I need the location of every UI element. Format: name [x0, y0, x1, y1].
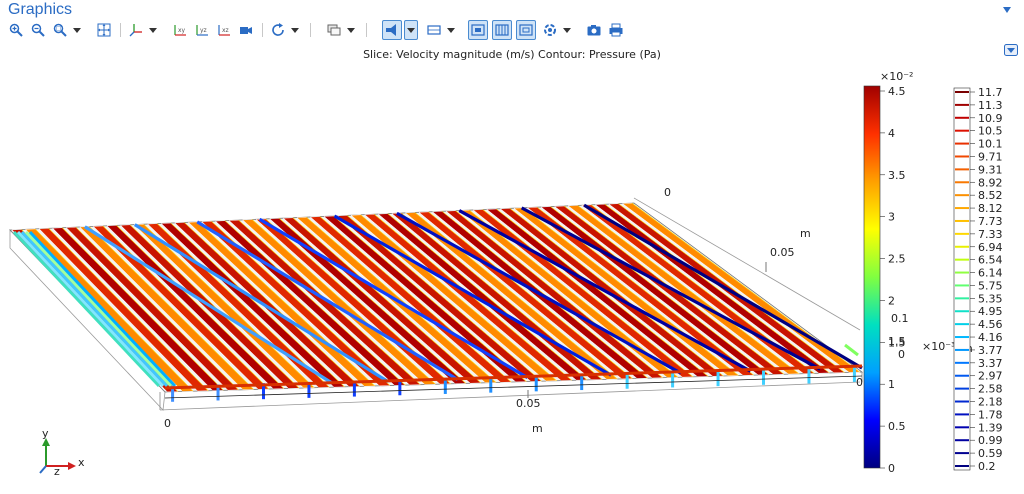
contour-legend-label: 1.39 [978, 421, 1003, 434]
slice-colorbar-gradient [863, 85, 881, 469]
contour-legend-label: 8.92 [978, 176, 1003, 189]
contour-legend-label: 2.58 [978, 383, 1003, 396]
contour-legend-label: 7.33 [978, 228, 1003, 241]
triad-x-label: x [78, 456, 85, 469]
slice-colorbar-tick-label: 4 [888, 127, 895, 140]
contour-legend-label: 1.78 [978, 408, 1003, 421]
contour-legend-label: 7.73 [978, 215, 1003, 228]
contour-legend-label: 11.7 [978, 86, 1003, 99]
contour-legend-label: 10.9 [978, 112, 1003, 125]
x-axis-unit: m [532, 422, 543, 435]
contour-legend-label: 3.37 [978, 357, 1003, 370]
triad-y-label: y [42, 427, 49, 440]
contour-legend-label: 8.52 [978, 189, 1003, 202]
slice-colorbar-scale: ×10⁻² [880, 70, 913, 83]
y-tick-label-0: 0 [664, 186, 671, 199]
contour-legend-label: 6.54 [978, 254, 1003, 267]
contour-legend-label: 4.56 [978, 318, 1003, 331]
triad-x-arrow [68, 462, 76, 470]
triad-z-line [39, 465, 47, 474]
contour-legend-label: 4.16 [978, 331, 1003, 344]
slice-colorbar-tick-label: 2.5 [888, 253, 906, 266]
slice-colorbar-tick-label: 0.5 [888, 420, 906, 433]
axis-triad: y x z [39, 427, 85, 478]
contour-legend-label: 2.97 [978, 370, 1003, 383]
triad-z-label: z [54, 465, 60, 478]
contour-legend-label: 2.18 [978, 396, 1003, 409]
contour-legend-label: 5.75 [978, 279, 1003, 292]
outlet-end [844, 343, 859, 357]
slice-colorbar-tick-label: 4.5 [888, 85, 906, 98]
x-tick-label-005: 0.05 [516, 397, 541, 410]
graphics-canvas[interactable]: 0 0.05 m 0 0.05 m 0.1 1.5 0 ×10⁻³ 0 m y … [0, 0, 1024, 494]
z-origin-label: 0 [856, 376, 863, 389]
contour-legend-label: 10.5 [978, 125, 1003, 138]
contour-legend-label: 5.35 [978, 292, 1003, 305]
contour-legend: 11.711.310.910.510.19.719.318.928.528.12… [953, 86, 1003, 473]
contour-legend-label: 4.95 [978, 305, 1003, 318]
slice-colorbar-tick-label: 0 [888, 462, 895, 475]
y-tick-label-005: 0.05 [770, 246, 795, 259]
contour-legend-label: 10.1 [978, 138, 1003, 151]
contour-legend-label: 0.99 [978, 434, 1003, 447]
z-scale-label: ×10⁻³ [922, 340, 955, 353]
contour-legend-label: 0.59 [978, 447, 1003, 460]
slice-colorbar-tick-label: 1 [888, 378, 895, 391]
contour-legend-label: 0.2 [978, 460, 996, 473]
contour-legend-label: 9.31 [978, 163, 1003, 176]
slice-colorbar-tick-label: 2 [888, 294, 895, 307]
slice-colorbar-tick-label: 3 [888, 211, 895, 224]
slice-colorbar: ×10⁻² 4.5 4 3.5 3 2.5 2 1.5 1 0.5 0 [863, 70, 913, 475]
z-tick-label-0: 0 [898, 348, 905, 361]
contour-legend-label: 3.77 [978, 344, 1003, 357]
y-axis-unit: m [800, 227, 811, 240]
slice-colorbar-tick-label: 3.5 [888, 169, 906, 182]
slice-colorbar-tick-label: 1.5 [888, 336, 906, 349]
contour-legend-label: 6.14 [978, 267, 1003, 280]
contour-legend-label: 8.12 [978, 202, 1003, 215]
contour-legend-frame [953, 87, 971, 471]
x-tick-label-0: 0 [164, 417, 171, 430]
z-tick-label-01: 0.1 [891, 312, 909, 325]
contour-legend-label: 9.71 [978, 150, 1003, 163]
model-geometry [9, 202, 864, 411]
contour-legend-label: 11.3 [978, 99, 1003, 112]
contour-legend-label: 6.94 [978, 241, 1003, 254]
